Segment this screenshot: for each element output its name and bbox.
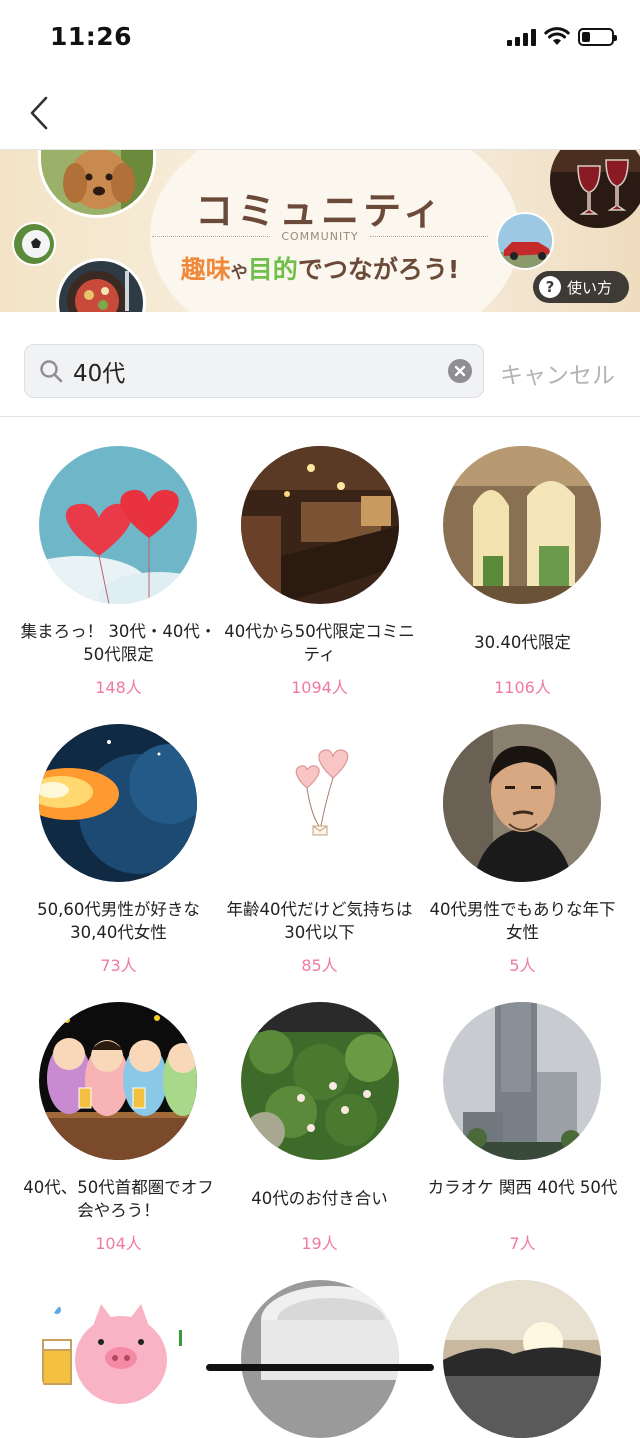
how-to-use-button[interactable]: ? 使い方 — [533, 271, 629, 303]
tagline-particle: や — [230, 263, 248, 283]
community-name: 年齢40代だけど気持ちは30代以下 — [226, 900, 413, 942]
community-image — [241, 1280, 399, 1438]
member-count: 85人 — [301, 956, 338, 975]
cancel-button[interactable]: キャンセル — [500, 356, 615, 390]
community-image — [443, 446, 601, 604]
search-icon — [40, 360, 63, 383]
community-image — [39, 446, 197, 604]
community-image — [241, 446, 399, 604]
status-icons — [507, 27, 617, 46]
search-row: キャンセル — [0, 312, 640, 417]
community-name: 集まろっ！ 30代・40代・50代限定 — [20, 622, 217, 664]
status-time: 11:26 — [50, 22, 133, 51]
battery-level — [582, 31, 590, 42]
community-image — [443, 1002, 601, 1160]
community-image — [443, 724, 601, 882]
how-to-use-label: 使い方 — [567, 278, 613, 297]
community-image — [39, 1002, 197, 1160]
member-count: 1106人 — [494, 678, 551, 697]
search-input[interactable] — [73, 354, 433, 388]
status-bar: 11:26 — [0, 0, 640, 76]
community-name: 50,60代男性が好きな30,40代女性 — [37, 900, 200, 942]
banner-subtitle: COMMUNITY — [281, 230, 359, 243]
member-count: 1094人 — [291, 678, 348, 697]
tagline-purpose: 目的 — [247, 255, 298, 284]
member-count: 148人 — [95, 678, 142, 697]
community-name: 30.40代限定 — [474, 633, 571, 652]
community-image — [39, 1280, 197, 1438]
community-name: 40代から50代限定コミニティ — [224, 622, 415, 664]
banner-title: コミュニティ — [195, 189, 445, 233]
member-count: 7人 — [509, 1234, 536, 1253]
battery-icon — [578, 27, 617, 46]
chevron-left-icon[interactable] — [22, 94, 56, 132]
question-icon: ? — [539, 276, 561, 298]
community-name: 40代男性でもありな年下女性 — [429, 900, 616, 942]
tagline-rest: でつながろう! — [297, 255, 460, 284]
community-name: 40代のお付き合い — [251, 1189, 388, 1208]
tagline-hobby: 趣味 — [180, 255, 231, 284]
wifi-icon — [544, 27, 570, 45]
member-count: 73人 — [100, 956, 137, 975]
community-image — [241, 1002, 399, 1160]
banner-rule-right — [370, 236, 488, 237]
member-count: 19人 — [301, 1234, 338, 1253]
member-count: 104人 — [95, 1234, 142, 1253]
home-indicator — [206, 1364, 434, 1371]
search-box[interactable] — [24, 344, 484, 398]
member-count: 5人 — [509, 956, 536, 975]
community-banner[interactable]: コミュニティ COMMUNITY 趣味や目的でつながろう! ? 使い方 — [0, 150, 640, 312]
cellular-signal-icon — [507, 28, 536, 46]
community-name: 40代、50代首都圏でオフ会やろう！ — [23, 1178, 214, 1220]
community-name: カラオケ 関西 40代 50代 — [427, 1178, 618, 1197]
clear-search-icon[interactable] — [448, 359, 472, 383]
nav-bar — [0, 76, 640, 150]
community-image — [443, 1280, 601, 1438]
community-image — [39, 724, 197, 882]
community-image — [241, 724, 399, 882]
